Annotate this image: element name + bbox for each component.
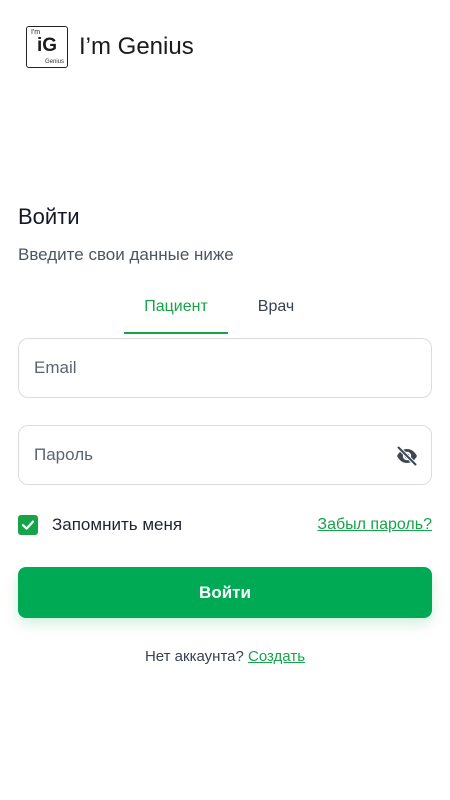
password-field[interactable] (19, 426, 431, 484)
logo-mark: I'm iG Genius (26, 26, 68, 68)
remember-label: Запомнить меня (52, 515, 183, 534)
tab-doctor[interactable]: Врач (228, 296, 324, 334)
forgot-password-link[interactable]: Забыл пароль? (317, 516, 432, 534)
email-field[interactable] (19, 339, 431, 397)
login-screen: I'm iG Genius I’m Genius Войти Введите с… (0, 0, 450, 800)
logo-subscript: Genius (44, 59, 64, 65)
eye-off-icon[interactable] (395, 444, 419, 468)
signup-row: Нет аккаунта? Создать (0, 648, 450, 665)
brand-name: I’m Genius (79, 33, 194, 60)
role-tabs: Пациент Врач (124, 296, 324, 334)
remember-me[interactable]: Запомнить меня (18, 515, 182, 535)
password-field-container (18, 425, 432, 485)
tab-patient[interactable]: Пациент (124, 296, 228, 334)
login-button[interactable]: Войти (18, 567, 432, 618)
page-subtitle: Введите свои данные ниже (18, 245, 234, 264)
logo-initials: iG (36, 35, 58, 56)
signup-link[interactable]: Создать (248, 648, 305, 665)
signup-prompt: Нет аккаунта? (144, 648, 244, 665)
email-field-container (18, 338, 432, 398)
brand-logo: I'm iG Genius I’m Genius (26, 26, 194, 68)
check-icon (21, 520, 35, 530)
remember-checkbox[interactable] (18, 515, 38, 535)
page-title: Войти (18, 204, 80, 229)
